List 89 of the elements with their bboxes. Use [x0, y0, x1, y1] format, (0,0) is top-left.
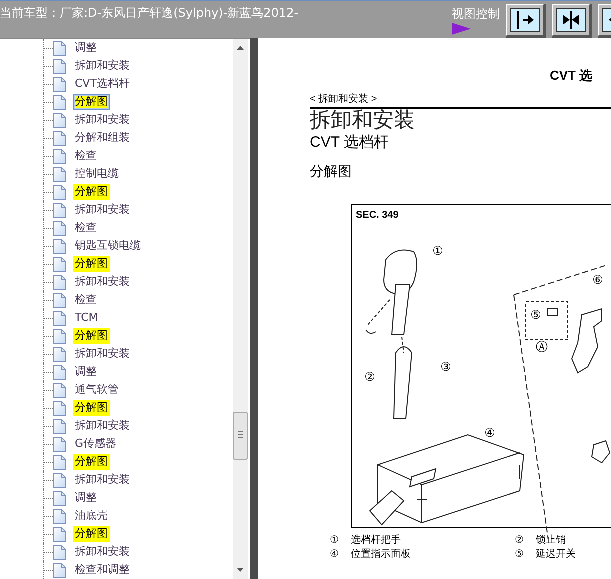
tree-item[interactable]: 拆卸和安装: [73, 274, 132, 290]
document-icon: [53, 203, 66, 218]
document-icon: [53, 401, 66, 416]
arrows-in-icon: [560, 9, 582, 31]
tree-item[interactable]: 拆卸和安装: [73, 544, 132, 560]
page-subtitle: CVT 选档杆: [310, 132, 390, 152]
section-heading: 分解图: [310, 162, 353, 180]
document-icon: [53, 221, 66, 236]
legend-number: ④: [330, 548, 340, 562]
document-icon: [53, 59, 66, 74]
callout-number: ⑤: [530, 308, 542, 322]
tree-item[interactable]: 拆卸和安装: [73, 346, 132, 362]
legend-number: ①: [330, 534, 340, 548]
document-icon: [53, 239, 66, 254]
tree-item[interactable]: 拆卸和安装: [73, 112, 132, 128]
document-icon: [53, 149, 66, 164]
document-icon: [53, 383, 66, 398]
tree-item[interactable]: 拆卸和安装: [73, 202, 132, 218]
document-icon: [53, 167, 66, 182]
document-icon: [53, 509, 66, 524]
document-icon: [53, 365, 66, 380]
document-icon: [53, 545, 66, 560]
view-button[interactable]: [506, 4, 546, 38]
callout-number: ④: [484, 426, 496, 440]
document-icon: [53, 113, 66, 128]
callout-number: ②: [364, 370, 376, 384]
document-icon: [53, 275, 66, 290]
section-code: SEC. 349: [356, 208, 399, 222]
document-icon: [53, 329, 66, 344]
legend-text: 位置指示面板: [351, 548, 411, 560]
document-icon: [53, 77, 66, 92]
legend-number: ②: [515, 534, 525, 548]
scrollbar[interactable]: [233, 39, 248, 579]
tree-item[interactable]: 油底壳: [73, 508, 110, 524]
tree-item[interactable]: CVT选档杆: [73, 76, 132, 92]
arrow-bar-icon: [514, 9, 536, 31]
document-icon: [53, 491, 66, 506]
vehicle-model-label: 当前车型：厂家:D-东风日产轩逸(Sylphy)-新蓝鸟2012-: [0, 5, 300, 22]
document-icon: [53, 563, 66, 578]
legend-text: 选档杆把手: [351, 534, 401, 546]
document-icon: [53, 455, 66, 470]
tree-item[interactable]: 分解图: [73, 328, 110, 344]
tree-item[interactable]: 拆卸和安装: [73, 418, 132, 434]
running-header: CVT 选: [550, 67, 594, 85]
page-title: 拆卸和安装: [310, 108, 416, 132]
tree-item[interactable]: G传感器: [73, 436, 119, 452]
document-icon: [53, 131, 66, 146]
tree-item[interactable]: 调整: [73, 40, 99, 56]
document-icon: [53, 473, 66, 488]
document-icon: [53, 293, 66, 308]
document-icon: [53, 347, 66, 362]
document-icon: [53, 437, 66, 452]
view-control-label: 视图控制: [452, 6, 500, 23]
legend-number: ⑤: [515, 548, 525, 562]
tree-item[interactable]: 拆卸和安装: [73, 472, 132, 488]
document-icon: [53, 41, 66, 56]
document-icon: [53, 95, 66, 110]
document-icon: [53, 185, 66, 200]
document-icon: [53, 311, 66, 326]
breadcrumb-link[interactable]: < 拆卸和安装 >: [310, 92, 611, 108]
tree-item[interactable]: 检查: [73, 220, 99, 236]
tree-item[interactable]: TCM: [73, 310, 100, 326]
tree-item[interactable]: 分解图: [73, 256, 110, 272]
tree-item[interactable]: 检查: [73, 292, 99, 308]
tree-item[interactable]: 检查: [73, 148, 99, 164]
view-button[interactable]: [552, 4, 592, 38]
scrollbar-thumb[interactable]: [233, 412, 248, 460]
tree-item[interactable]: 分解图: [73, 184, 110, 200]
tree-item[interactable]: 分解图: [73, 454, 110, 470]
legend-text: 延迟开关: [536, 548, 576, 560]
tree-item[interactable]: 分解图: [73, 526, 110, 542]
tree-item[interactable]: 调整: [73, 364, 99, 380]
callout-number: ①: [432, 244, 444, 258]
document-icon: [53, 527, 66, 542]
document-icon: [53, 257, 66, 272]
callout-number: ⑥: [592, 272, 604, 286]
triangle-icon: [452, 23, 471, 35]
callout-number: Ⓐ: [536, 340, 548, 354]
tree-item[interactable]: 钥匙互锁电缆: [73, 238, 143, 254]
tree-item[interactable]: 分解和组装: [73, 130, 132, 146]
callout-number: ③: [440, 360, 452, 374]
tree-item[interactable]: 调整: [73, 490, 99, 506]
tree-item[interactable]: 分解图: [73, 94, 110, 110]
tree-item[interactable]: 拆卸和安装: [73, 58, 132, 74]
document-icon: [53, 419, 66, 434]
tree-item[interactable]: 通气软管: [73, 382, 121, 398]
tree-item[interactable]: 分解图: [73, 400, 110, 416]
tree-item[interactable]: 控制电缆: [73, 166, 121, 182]
tree-item[interactable]: 检查和调整: [73, 562, 132, 578]
